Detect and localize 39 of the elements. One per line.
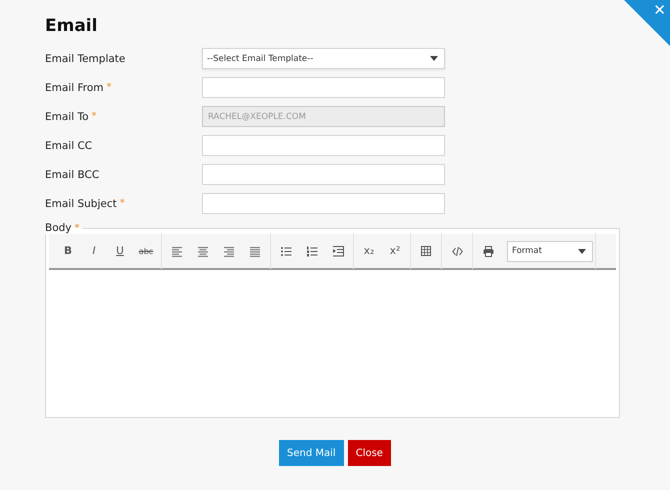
print-icon[interactable] <box>482 246 494 256</box>
input-field[interactable] <box>202 77 445 98</box>
table-icon[interactable] <box>420 246 432 256</box>
field-label: Email To <box>45 110 89 122</box>
align-justify-icon[interactable] <box>250 246 260 256</box>
format-dropdown[interactable]: Format <box>507 240 593 262</box>
caret-icon <box>578 248 586 254</box>
numbered-list-icon[interactable] <box>306 246 318 256</box>
field-label: Email BCC <box>45 168 100 180</box>
input-field[interactable] <box>202 193 445 214</box>
field-label: Body <box>45 222 72 234</box>
format-button[interactable]: U <box>107 238 133 264</box>
send-button[interactable]: Send Mail <box>279 440 344 466</box>
format-button[interactable]: B <box>55 238 81 264</box>
format-button[interactable]: I <box>81 238 107 264</box>
required-mark: * <box>74 222 80 234</box>
script-button[interactable]: x² <box>382 238 408 264</box>
align-center-icon[interactable] <box>198 246 208 256</box>
field-label: Email CC <box>45 140 92 152</box>
format-button[interactable]: abc <box>133 238 159 264</box>
close-button[interactable]: Close <box>348 440 391 466</box>
field-label: Email Subject <box>45 198 117 210</box>
required-mark: * <box>92 111 97 122</box>
close-button[interactable]: ✕ <box>624 0 670 46</box>
align-right-icon[interactable] <box>224 246 234 256</box>
dialog-title: Email <box>45 16 98 36</box>
required-mark: * <box>120 198 125 209</box>
code-icon[interactable] <box>452 246 462 256</box>
field-label: Email Template <box>45 52 126 64</box>
input-field[interactable] <box>202 135 445 156</box>
caret-icon <box>430 56 438 61</box>
indent-icon[interactable] <box>332 246 344 256</box>
script-button[interactable]: x₂ <box>356 238 382 264</box>
align-left-icon[interactable] <box>172 246 182 256</box>
required-mark: * <box>106 82 112 93</box>
template-dropdown[interactable]: --Select Email Template-- <box>202 48 445 69</box>
input-field[interactable] <box>202 164 445 185</box>
bulleted-list-icon[interactable] <box>280 246 292 256</box>
field-label: Email From <box>45 82 104 94</box>
